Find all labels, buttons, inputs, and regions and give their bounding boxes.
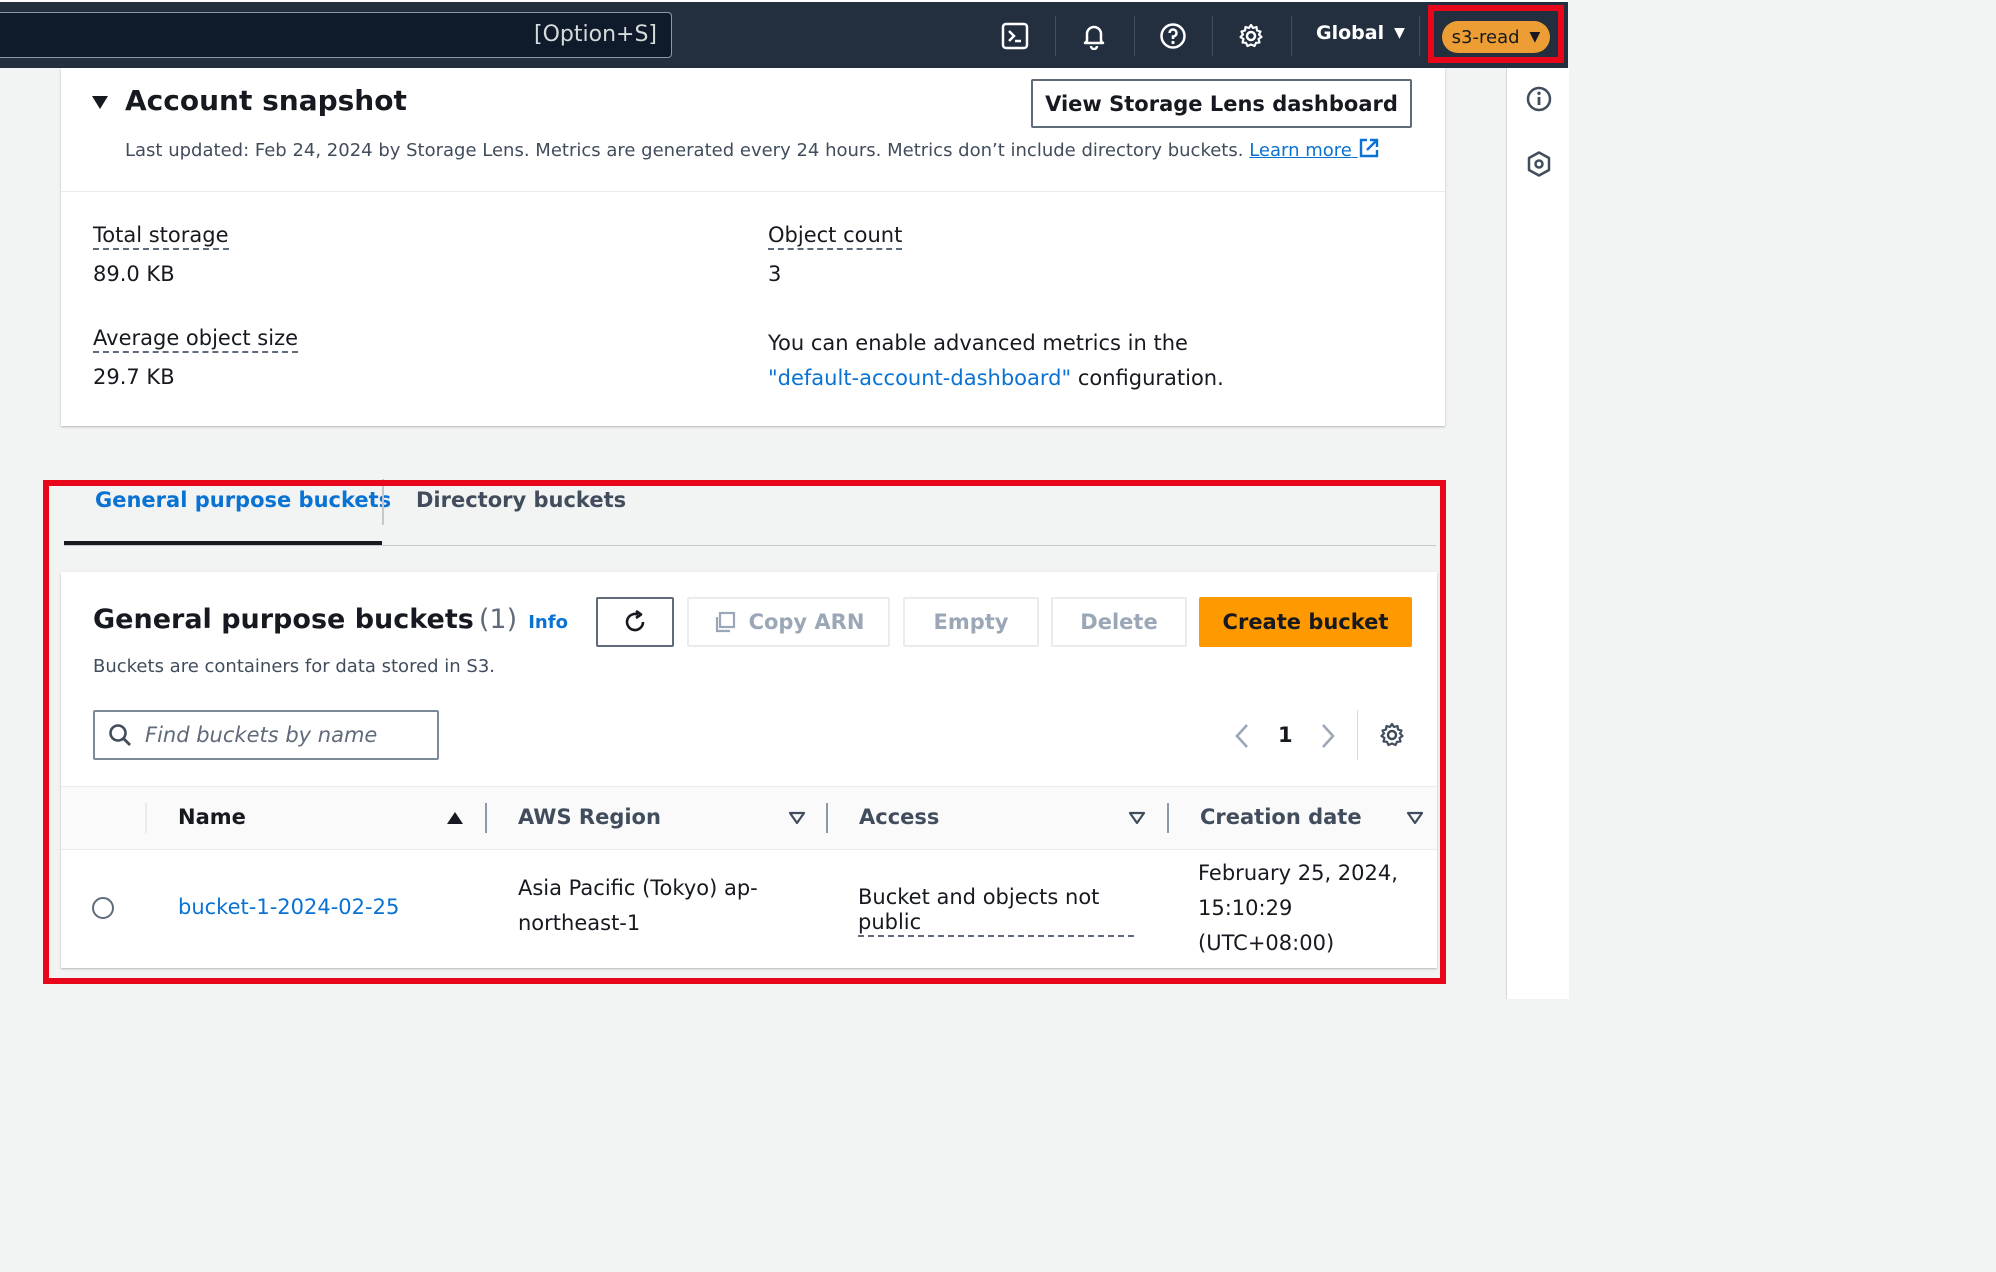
advanced-metrics-line2: "default-account-dashboard" configuratio… [768,361,1224,396]
advanced-metrics-text: You can enable advanced metrics in the "… [768,326,1224,396]
collapse-caret-icon[interactable] [91,94,109,114]
last-updated-text: Last updated: Feb 24, 2024 by Storage Le… [125,137,1380,161]
total-storage-label[interactable]: Total storage [93,223,229,250]
highlight-box-buckets [43,480,1446,984]
gear-icon[interactable] [1233,18,1269,54]
object-count-label[interactable]: Object count [768,223,903,250]
learn-more-link[interactable]: Learn more [1249,138,1379,161]
average-size-value: 29.7 KB [93,365,175,389]
info-icon[interactable] [1525,85,1553,117]
region-selector[interactable]: Global ▼ [1316,22,1405,44]
learn-more-label: Learn more [1249,140,1352,161]
hexagon-icon[interactable] [1525,150,1553,182]
tools-rail [1506,68,1569,999]
top-navigation: [Option+S] Global ▼ s3-read ▼ [0,0,1568,68]
average-size-metric: Average object size [93,326,299,353]
help-icon[interactable] [1155,18,1191,54]
highlight-box-account [1428,5,1564,63]
last-updated-label: Last updated: Feb 24, 2024 by Storage Le… [125,140,1244,161]
bell-icon[interactable] [1076,18,1112,54]
nav-separator [1055,16,1056,56]
average-size-label[interactable]: Average object size [93,326,299,353]
global-search-input[interactable]: [Option+S] [0,12,672,58]
advanced-metrics-line1: You can enable advanced metrics in the [768,331,1188,355]
configuration-text: configuration. [1077,366,1224,390]
snapshot-title[interactable]: Account snapshot [125,84,407,117]
nav-separator [1419,16,1420,56]
default-dashboard-link[interactable]: "default-account-dashboard" [768,366,1071,390]
cloudshell-icon[interactable] [997,18,1033,54]
total-storage-value: 89.0 KB [93,262,175,286]
total-storage-metric: Total storage [93,223,229,250]
object-count-metric: Object count [768,223,903,250]
nav-separator [1212,16,1213,56]
region-label: Global [1316,22,1385,44]
nav-separator [1291,16,1292,56]
divider [61,191,1445,192]
view-storage-lens-button[interactable]: View Storage Lens dashboard [1031,79,1412,128]
search-shortcut-hint: [Option+S] [534,22,657,47]
nav-separator [1134,16,1135,56]
caret-down-icon: ▼ [1394,25,1405,41]
external-link-icon [1359,138,1378,158]
account-snapshot-panel: Account snapshot View Storage Lens dashb… [61,68,1445,426]
object-count-value: 3 [768,262,782,286]
